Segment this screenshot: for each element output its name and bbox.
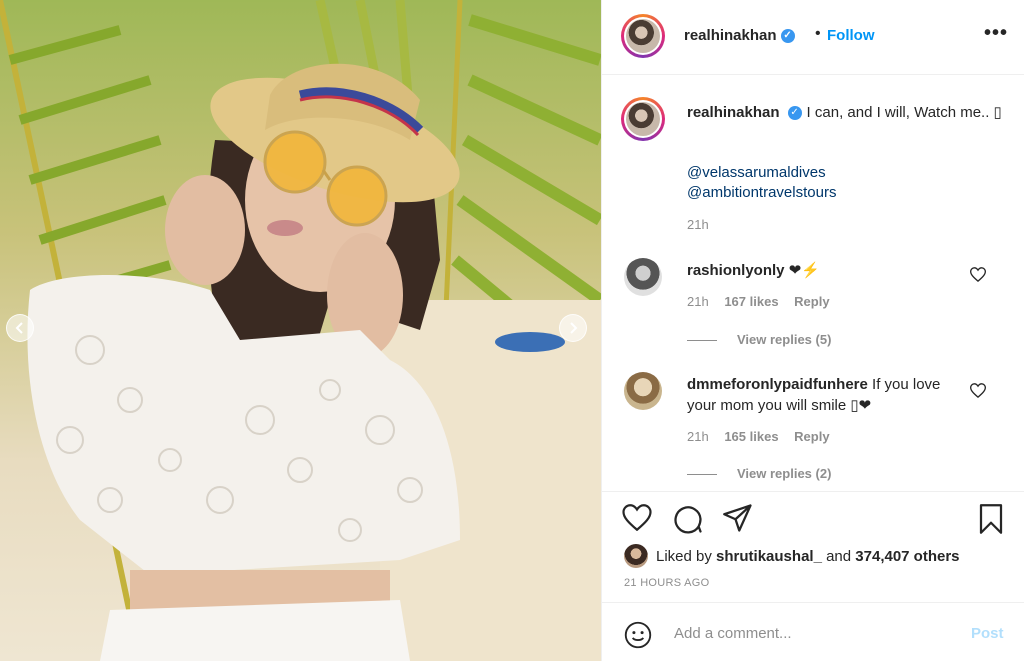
comment-text: dmmeforonlypaidfunhere If you love your … bbox=[687, 374, 967, 416]
reply-button[interactable]: Reply bbox=[794, 429, 829, 444]
comment-meta: 21h 167 likes Reply bbox=[687, 294, 842, 309]
comment-composer: Post bbox=[602, 602, 1024, 662]
caption-time[interactable]: 21h bbox=[687, 217, 709, 232]
view-replies-label: View replies (5) bbox=[737, 332, 832, 347]
reply-button[interactable]: Reply bbox=[794, 294, 829, 309]
mention-link[interactable]: @velassarumaldives bbox=[687, 164, 826, 181]
comment-body: ❤⚡ bbox=[788, 262, 820, 279]
carousel-next-button[interactable] bbox=[559, 314, 587, 342]
comment-like-heart-icon[interactable] bbox=[970, 383, 986, 398]
paper-plane-icon[interactable] bbox=[723, 504, 753, 532]
comment-time[interactable]: 21h bbox=[687, 294, 709, 309]
follow-separator: • bbox=[815, 25, 821, 42]
smiley-icon[interactable] bbox=[624, 621, 652, 649]
caption-avatar-image bbox=[626, 102, 660, 136]
author-avatar[interactable] bbox=[621, 14, 665, 58]
heart-icon[interactable] bbox=[622, 504, 652, 531]
caption-username[interactable]: realhinakhan bbox=[687, 104, 780, 121]
comment-like-heart-icon[interactable] bbox=[970, 267, 986, 282]
comment-text: rashionlyonly ❤⚡ bbox=[687, 260, 967, 281]
photo-illustration bbox=[0, 0, 601, 661]
comment-bubble-icon[interactable] bbox=[673, 504, 703, 534]
follow-button[interactable]: Follow bbox=[827, 27, 875, 44]
commenter-avatar[interactable] bbox=[624, 258, 662, 296]
comment-input[interactable] bbox=[672, 620, 956, 646]
author-username[interactable]: realhinakhan ✓ bbox=[684, 27, 795, 44]
liked-by-prefix: Liked by bbox=[656, 547, 712, 565]
chevron-right-icon bbox=[570, 322, 578, 334]
mention-link[interactable]: @ambitiontravelstours bbox=[687, 184, 836, 201]
commenter-username[interactable]: dmmeforonlypaidfunhere bbox=[687, 376, 868, 393]
post-photo bbox=[0, 0, 601, 661]
comment-meta: 21h 165 likes Reply bbox=[687, 429, 842, 444]
more-options-button[interactable]: ••• bbox=[984, 22, 1008, 45]
post-side-panel: realhinakhan ✓ • Follow ••• realhinakhan ✓… bbox=[601, 0, 1024, 661]
comments-section[interactable]: realhinakhan ✓ I can, and I will, Watch me… bbox=[602, 75, 1024, 490]
caption-body: I can, and I will, Watch me.. ▯ bbox=[806, 104, 1002, 121]
commenter-username[interactable]: rashionlyonly bbox=[687, 262, 785, 279]
bookmark-icon[interactable] bbox=[977, 504, 1005, 534]
liked-by-connector: and bbox=[826, 547, 852, 565]
liked-by: Liked by shrutikaushal_ and 374,407 othe… bbox=[624, 544, 960, 568]
post-comment-button[interactable]: Post bbox=[971, 625, 1004, 642]
likes-count[interactable]: 374,407 others bbox=[855, 548, 959, 565]
liker-avatar[interactable] bbox=[624, 544, 648, 568]
commenter-avatar[interactable] bbox=[624, 372, 662, 410]
post-timestamp[interactable]: 21 HOURS AGO bbox=[624, 577, 710, 589]
post-header: realhinakhan ✓ • Follow ••• bbox=[602, 0, 1024, 75]
view-replies-button[interactable]: View replies (2) bbox=[687, 466, 831, 481]
comment-time[interactable]: 21h bbox=[687, 429, 709, 444]
caption: realhinakhan ✓ I can, and I will, Watch me… bbox=[687, 102, 1007, 123]
author-username-text[interactable]: realhinakhan bbox=[684, 27, 777, 44]
liker-username[interactable]: shrutikaushal_ bbox=[716, 548, 822, 565]
post-actions: Liked by shrutikaushal_ and 374,407 othe… bbox=[602, 491, 1024, 602]
verified-badge-icon: ✓ bbox=[780, 29, 795, 44]
chevron-left-icon bbox=[15, 322, 23, 334]
caption-author-avatar[interactable] bbox=[621, 97, 665, 141]
view-replies-button[interactable]: View replies (5) bbox=[687, 332, 831, 347]
carousel-prev-button[interactable] bbox=[6, 314, 34, 342]
comment-likes[interactable]: 165 likes bbox=[724, 429, 778, 444]
view-replies-label: View replies (2) bbox=[737, 466, 832, 481]
author-avatar-image bbox=[626, 19, 660, 53]
verified-badge-icon: ✓ bbox=[787, 106, 802, 121]
comment-likes[interactable]: 167 likes bbox=[724, 294, 778, 309]
